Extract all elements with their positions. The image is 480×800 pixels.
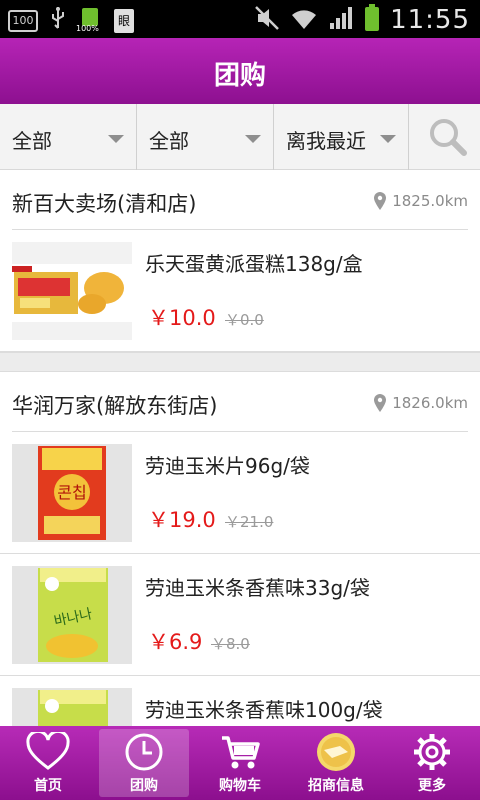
tab-label: 团购 <box>130 778 158 794</box>
product-price: ￥10.0 <box>148 306 216 330</box>
product-image: 바나나 <box>12 566 132 664</box>
cart-icon <box>222 736 260 769</box>
store-distance-value: 1825.0km <box>392 192 468 210</box>
product-item[interactable]: 劳迪玉米条香蕉味100g/袋 <box>0 676 480 726</box>
store-name: 新百大卖场(清和店) <box>12 192 197 216</box>
product-item[interactable]: 바나나 劳迪玉米条香蕉味33g/袋 ￥6.9 ￥8.0 <box>0 554 480 676</box>
store-distance: 1826.0km <box>374 394 468 412</box>
tab-label: 招商信息 <box>308 778 364 794</box>
location-pin-icon <box>374 192 387 210</box>
dropdown-arrow-icon <box>380 135 396 143</box>
tab-more[interactable]: 更多 <box>384 726 480 800</box>
product-name: 劳迪玉米片96g/袋 <box>145 454 310 478</box>
product-price: ￥6.9 <box>148 630 203 654</box>
store-distance-value: 1826.0km <box>392 394 468 412</box>
product-item[interactable]: 콘칩 劳迪玉米片96g/袋 ￥19.0 ￥21.0 <box>0 432 480 554</box>
tab-merchant-info[interactable]: 招商信息 <box>288 726 384 800</box>
tab-label: 更多 <box>418 778 446 794</box>
store-header[interactable]: 华润万家(解放东街店) 1826.0km <box>12 372 468 432</box>
bottom-navigation: 首页 团购 购物车 招商信息 更多 <box>0 726 480 800</box>
location-pin-icon <box>374 394 387 412</box>
product-name: 劳迪玉米条香蕉味33g/袋 <box>145 576 370 600</box>
tab-home[interactable]: 首页 <box>0 726 96 800</box>
status-bar: 100 100% 眼 11:55 <box>0 0 480 38</box>
signal-icon <box>328 5 354 35</box>
clock-icon <box>125 733 163 771</box>
tab-cart[interactable]: 购物车 <box>192 726 288 800</box>
product-original-price: ￥21.0 <box>225 513 274 531</box>
clock-time: 11:55 <box>390 5 470 35</box>
battery-icon <box>364 4 380 36</box>
mute-icon <box>254 5 280 35</box>
product-original-price: ￥8.0 <box>211 635 250 653</box>
product-item[interactable]: 乐天蛋黄派蛋糕138g/盒 ￥10.0 ￥0.0 <box>0 230 480 352</box>
category-filter-label: 全部 <box>12 129 52 153</box>
title-bar: 团购 <box>0 38 480 104</box>
merchant-badge-icon <box>317 733 355 771</box>
product-name: 乐天蛋黄派蛋糕138g/盒 <box>145 252 363 276</box>
dropdown-arrow-icon <box>245 135 261 143</box>
product-original-price: ￥0.0 <box>225 311 264 329</box>
notification-icon: 眼 <box>114 8 134 33</box>
product-image <box>12 688 132 726</box>
product-image: 콘칩 <box>12 444 132 542</box>
category-filter[interactable]: 全部 <box>0 104 137 170</box>
area-filter[interactable]: 全部 <box>137 104 274 170</box>
battery-small-icon: 100% <box>76 7 102 34</box>
area-filter-label: 全部 <box>149 129 189 153</box>
heart-icon <box>26 732 70 770</box>
dropdown-arrow-icon <box>108 135 124 143</box>
store-name: 华润万家(解放东街店) <box>12 394 218 418</box>
section-divider <box>0 352 480 372</box>
store-distance: 1825.0km <box>374 192 468 210</box>
sort-filter-label: 离我最近 <box>286 129 366 153</box>
tab-group-buy[interactable]: 团购 <box>96 726 192 800</box>
wifi-icon <box>290 5 318 35</box>
product-image <box>12 242 132 340</box>
gear-icon <box>414 734 450 770</box>
usb-icon <box>50 6 66 35</box>
group-buy-list[interactable]: 新百大卖场(清和店) 1825.0km 乐天蛋黄派蛋糕138g/盒 ￥10.0 … <box>0 170 480 726</box>
svg-text:콘칩: 콘칩 <box>57 483 86 502</box>
tab-label: 首页 <box>34 778 62 794</box>
store-header[interactable]: 新百大卖场(清和店) 1825.0km <box>12 170 468 230</box>
page-title: 团购 <box>213 61 266 91</box>
sort-filter[interactable]: 离我最近 <box>274 104 409 170</box>
search-icon <box>430 119 467 156</box>
filter-bar: 全部 全部 离我最近 <box>0 104 480 170</box>
sim-status-icon: 100 <box>8 9 38 32</box>
search-button[interactable] <box>409 104 480 170</box>
tab-label: 购物车 <box>219 778 261 794</box>
product-name: 劳迪玉米条香蕉味100g/袋 <box>145 698 383 722</box>
product-price: ￥19.0 <box>148 508 216 532</box>
